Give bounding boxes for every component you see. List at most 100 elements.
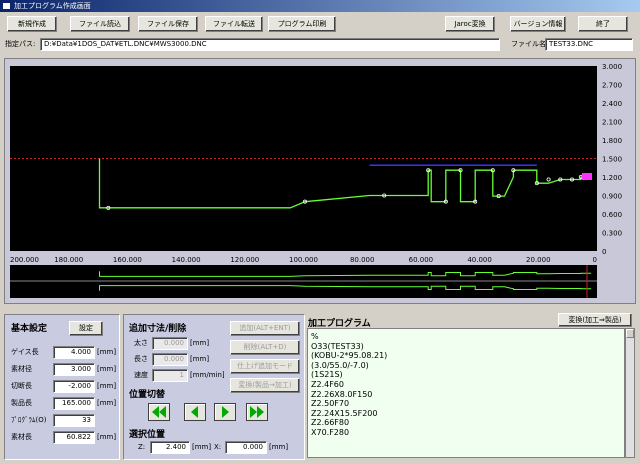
path-label: 指定パス: (5, 40, 36, 48)
basic-row-field[interactable]: 165.000 (53, 397, 95, 410)
basic-row-field[interactable]: 33 (53, 414, 95, 427)
basic-row-label: ﾌﾟﾛｸﾞﾗﾑ(O) (11, 416, 47, 424)
program-line: % (311, 332, 319, 341)
title-bar: 加工プログラム作成画面 (0, 0, 640, 12)
add-row-field[interactable]: 0.000 (152, 353, 188, 366)
x-tick-label: 0 (593, 256, 597, 264)
save-file-button[interactable]: ファイル保存 (138, 16, 198, 32)
basic-row-label: 素材径 (11, 365, 32, 373)
next-button[interactable] (214, 403, 236, 421)
end-marker (582, 173, 592, 180)
y-tick-label: 1.500 (602, 156, 622, 164)
y-tick-label: 0.300 (602, 230, 622, 238)
basic-row-label: 素材長 (11, 433, 32, 441)
app-icon (2, 2, 11, 10)
set-button[interactable]: 設定 (69, 321, 103, 336)
y-tick-label: 0.600 (602, 211, 622, 219)
basic-row-label: 切断長 (11, 382, 32, 390)
program-line: Z2.24X15.5F200 (311, 408, 378, 418)
add-row-unit: [mm] (190, 355, 210, 363)
add-row-unit: [mm/min] (190, 371, 225, 379)
add-row-label: 速度 (134, 371, 148, 379)
x-tick-label: 60.000 (409, 256, 434, 264)
convert-machining-button[interactable]: 変換(加工⇒製品) (558, 313, 632, 327)
exit-button[interactable]: 終了 (578, 16, 628, 32)
basic-row-label: 製品長 (11, 399, 32, 407)
profile-chart[interactable]: 3.000 2.700 2.400 2.100 1.800 1.500 1.200 0.900… (5, 59, 635, 303)
add-button[interactable]: 追加(ALT+ENT) (230, 321, 300, 336)
basic-row-field[interactable]: 4.000 (53, 346, 95, 359)
chart-area: 3.000 2.700 2.400 2.100 1.800 1.500 1.200 0.900… (4, 58, 636, 304)
prev-button[interactable] (184, 403, 206, 421)
program-textarea[interactable]: % O33(TEST33) (KOBU-2*95.08.21) (3.0/55.0/-… (307, 328, 625, 458)
program-line: (1S21S) (311, 370, 343, 380)
new-button[interactable]: 新規作成 (7, 16, 57, 32)
z-label: Z: (138, 443, 146, 451)
version-info-button[interactable]: バージョン情報 (510, 16, 566, 32)
left-icon (191, 406, 198, 418)
basic-row-unit: [mm] (97, 365, 117, 373)
program-line: X70.F280 (311, 427, 350, 437)
add-row-label: 太さ (134, 339, 148, 347)
y-tick-label: 0.900 (602, 193, 622, 201)
jaroc-convert-button[interactable]: Jaroc変換 (445, 16, 495, 32)
x-tick-label: 40.000 (467, 256, 492, 264)
selected-position-title: 選択位置 (129, 430, 166, 440)
window-title: 加工プログラム作成画面 (14, 2, 91, 10)
add-row-unit: [mm] (190, 339, 210, 347)
delete-button[interactable]: 削除(ALT+D) (230, 340, 300, 355)
z-field[interactable]: 2.400 (150, 441, 190, 454)
program-line: (3.0/55.0/-7.0) (311, 360, 369, 370)
basic-settings-title: 基本設定 (11, 324, 48, 334)
add-row-field[interactable]: 0.000 (152, 337, 188, 350)
x-field[interactable]: 0.000 (225, 441, 267, 454)
position-switch-title: 位置切替 (129, 390, 166, 400)
basic-row-unit: [mm] (97, 399, 117, 407)
x-tick-label: 20.000 (526, 256, 551, 264)
y-tick-label: 2.400 (602, 100, 622, 108)
last-button[interactable] (246, 403, 268, 421)
basic-row-unit: [mm] (97, 348, 117, 356)
program-line: Z2.50F70 (311, 399, 350, 409)
basic-row-field[interactable]: 3.000 (53, 363, 95, 376)
basic-row-unit: [mm] (97, 382, 117, 390)
x-tick-label: 120.000 (230, 256, 259, 264)
load-file-button[interactable]: ファイル読込 (70, 16, 130, 32)
right-icon (222, 406, 229, 418)
y-tick-label: 3.000 (602, 63, 622, 71)
print-program-button[interactable]: プログラム印刷 (268, 16, 336, 32)
program-line: (KOBU-2*95.08.21) (311, 351, 388, 361)
first-button[interactable] (148, 403, 170, 421)
basic-row-field[interactable]: 60.822 (53, 431, 95, 444)
x-tick-label: 100.000 (289, 256, 318, 264)
program-line: Z2.4F60 (311, 379, 344, 389)
basic-row-field[interactable]: -2.000 (53, 380, 95, 393)
x-tick-label: 80.000 (350, 256, 375, 264)
x-unit: [mm] (269, 443, 289, 451)
add-row-field[interactable]: 1 (152, 369, 188, 382)
basic-row-unit: [mm] (97, 433, 117, 441)
y-tick-label: 2.700 (602, 82, 622, 90)
path-field[interactable]: D:¥Data¥1DOS_DAT¥ETL.DNC¥MWS3000.DNC (40, 38, 500, 51)
add-row-label: 長さ (134, 355, 148, 363)
x-label: X: (214, 443, 222, 451)
basic-settings-panel: 基本設定 設定 ゲイス長 4.000 [mm] 素材径 3.000 [mm] 切断長 -2.0… (4, 314, 120, 460)
x-tick-label: 180.000 (54, 256, 83, 264)
transfer-file-button[interactable]: ファイル転送 (205, 16, 263, 32)
filename-label: ファイル名: (511, 40, 549, 48)
x-tick-label: 140.000 (172, 256, 201, 264)
scroll-up-arrow[interactable] (626, 329, 634, 338)
double-right-icon (250, 406, 264, 418)
y-tick-label: 1.200 (602, 174, 622, 182)
y-tick-label: 1.800 (602, 137, 622, 145)
x-tick-label: 160.000 (113, 256, 142, 264)
program-scrollbar[interactable] (625, 328, 635, 458)
program-line: O33(TEST33) (311, 341, 364, 351)
convert-product-button[interactable]: 変換(製品→加工) (230, 378, 300, 393)
y-tick-label: 0 (602, 248, 606, 256)
finish-mode-button[interactable]: 仕上げ追加モード (230, 359, 300, 374)
add-dimension-panel: 追加寸法/削除 太さ 0.000 [mm] 長さ 0.000 [mm] 速度 1 [mm/min… (123, 314, 305, 460)
y-tick-label: 2.100 (602, 119, 622, 127)
program-line: Z2.26X8.0F150 (311, 389, 373, 399)
filename-field[interactable]: TEST33.DNC (545, 38, 633, 51)
